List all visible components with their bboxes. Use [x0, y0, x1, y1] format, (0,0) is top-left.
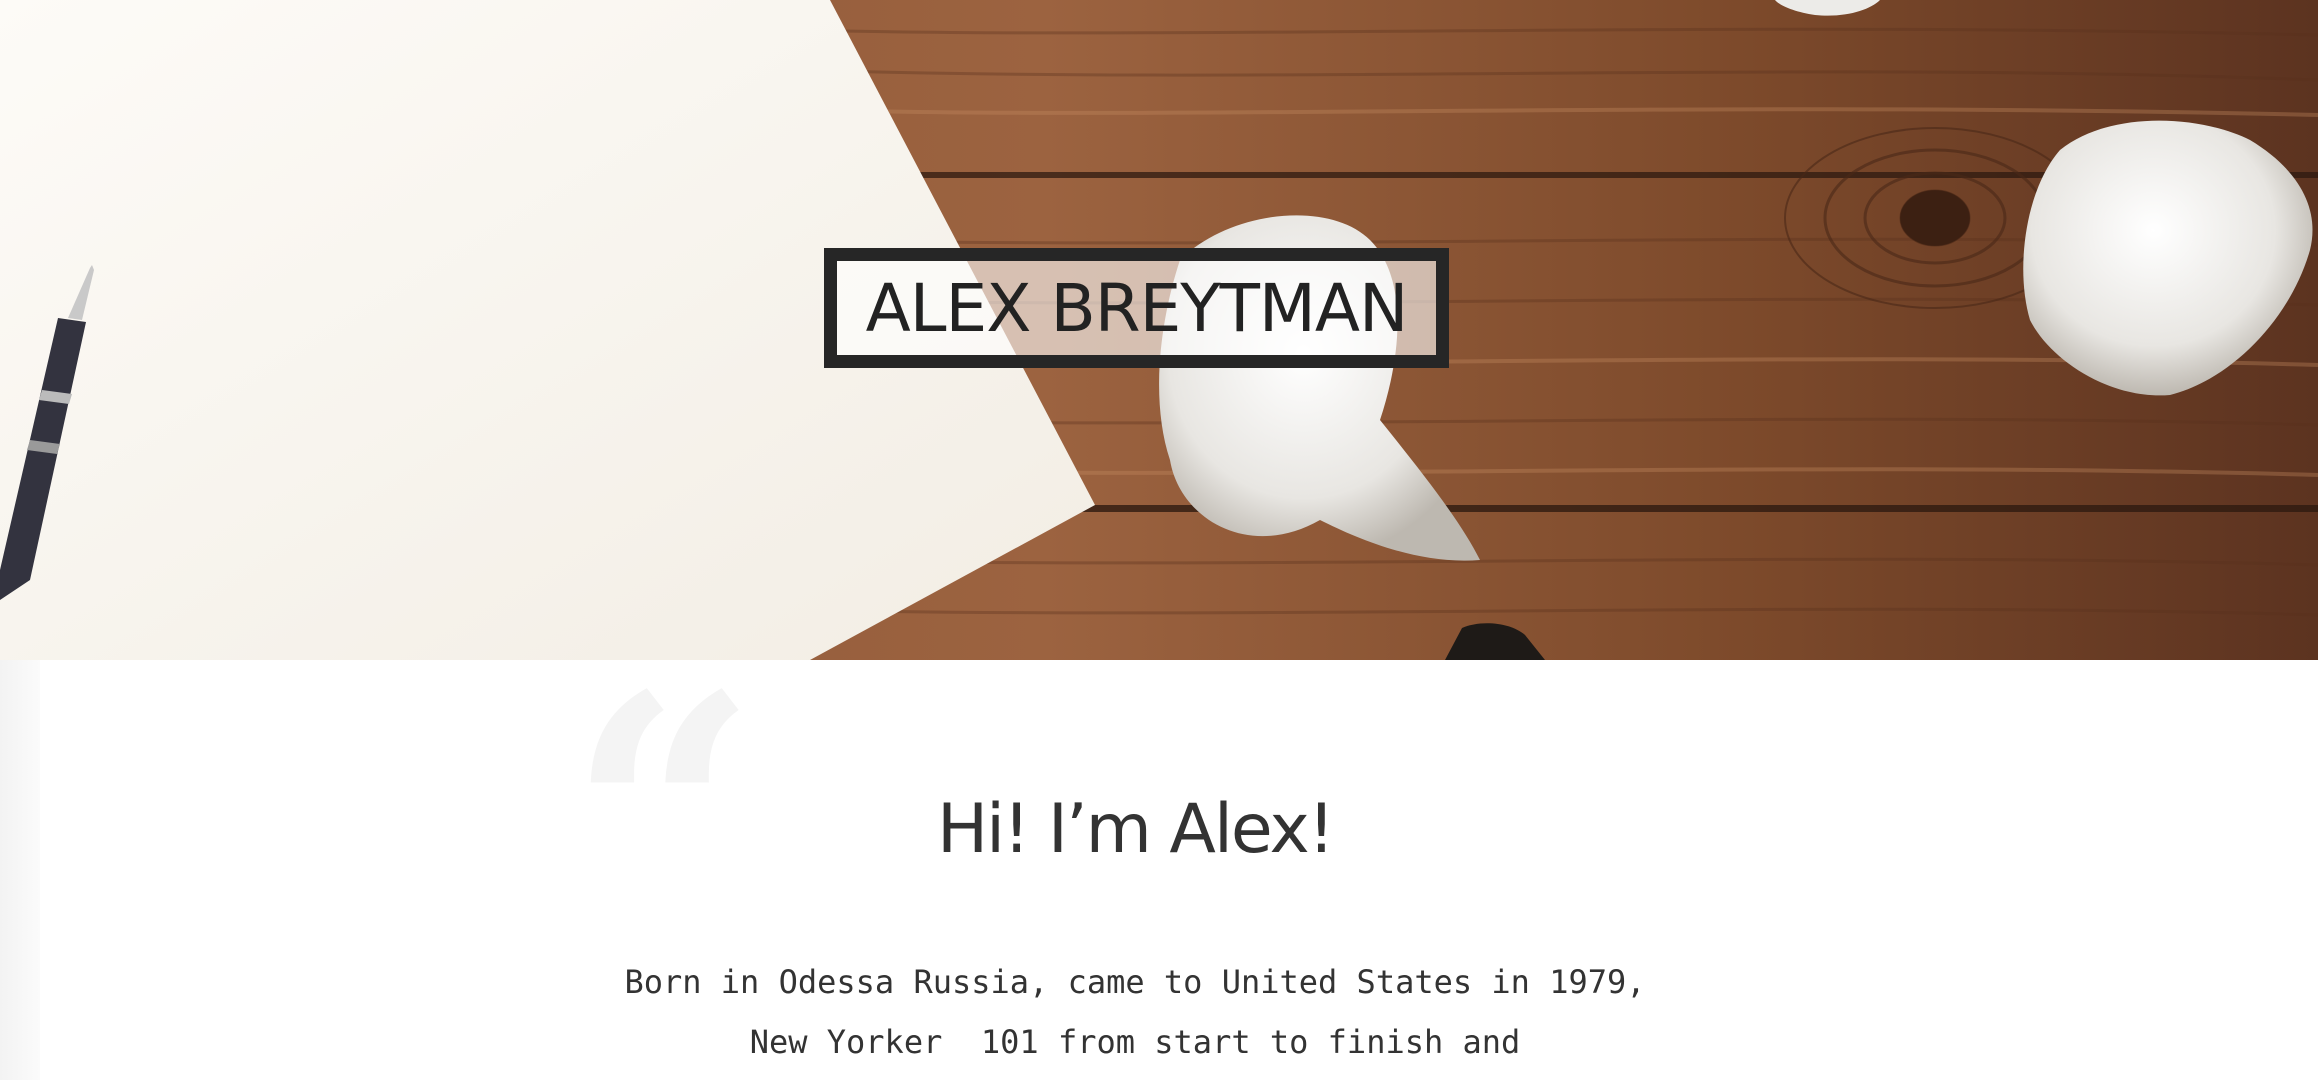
hero-banner: ALEX BREYTMAN [0, 0, 2318, 660]
about-heading: Hi! I’m Alex! [937, 790, 1335, 869]
about-bio-text: Born in Odessa Russia, came to United St… [624, 963, 1665, 1061]
about-section: “ Hi! I’m Alex! Born in Odessa Russia, c… [0, 652, 2318, 1080]
site-title-box[interactable]: ALEX BREYTMAN [824, 248, 1449, 368]
site-title: ALEX BREYTMAN [865, 269, 1409, 347]
left-sidebar-strip [0, 660, 40, 1080]
